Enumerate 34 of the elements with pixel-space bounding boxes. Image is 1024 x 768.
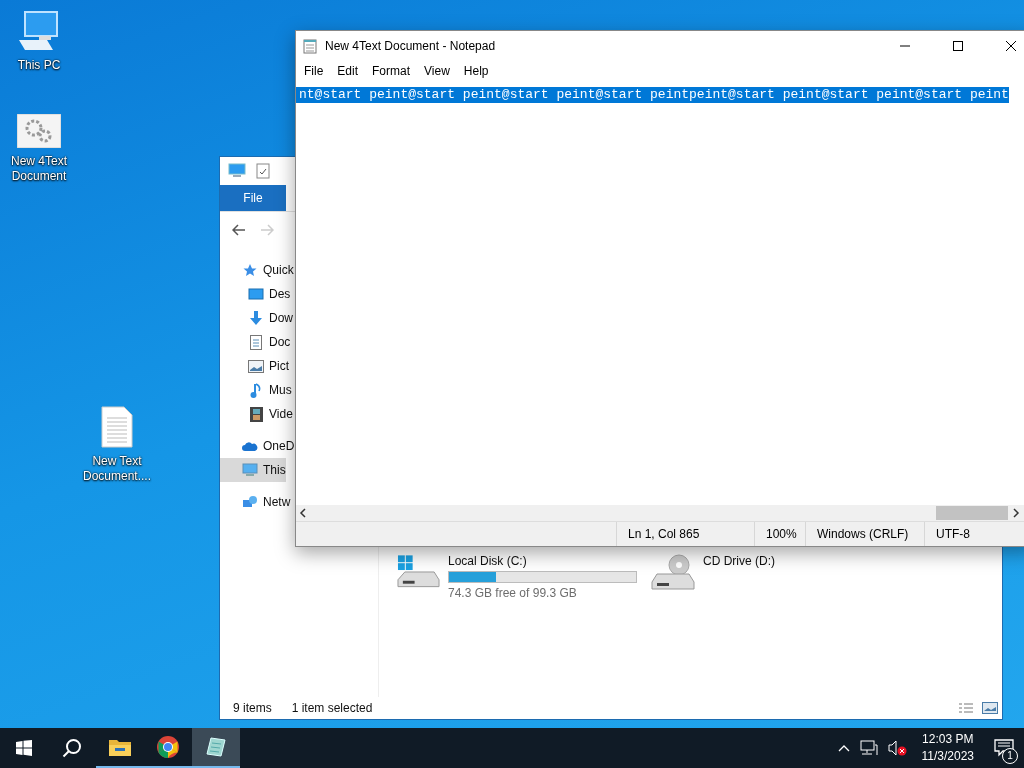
document-text: nt@start peint@start peint@start peint@start peintpeint@start peint@start peint@start peint (296, 87, 1009, 103)
menu-item[interactable]: Help (456, 62, 496, 80)
nav-item[interactable]: Quick (220, 258, 294, 282)
nav-item[interactable]: Dow (220, 306, 293, 330)
free-space-text: 74.3 GB free of 99.3 GB (448, 586, 578, 600)
clock-date[interactable]: 11/3/2023 (921, 748, 974, 765)
window-title: New 4Text Document - Notepad (325, 38, 496, 53)
encoding: UTF-8 (935, 526, 971, 543)
menu-item[interactable]: File (297, 62, 331, 80)
nav-item[interactable]: Pict (220, 354, 289, 378)
desktop-icon-label[interactable]: This PC (17, 58, 61, 73)
menu-item[interactable]: Format (365, 62, 418, 80)
nav-item[interactable]: Des (220, 282, 291, 306)
nav-item[interactable]: Netw (220, 490, 291, 514)
menu-item[interactable]: Edit (330, 62, 366, 80)
desktop-icon-label[interactable]: New 4Text Document (1, 154, 77, 184)
zoom-level: 100% (755, 522, 806, 546)
nav-item[interactable]: OneD (220, 434, 295, 458)
clock-time[interactable]: 12:03 PM (922, 731, 974, 748)
cursor-position: Ln 1, Col 865 (617, 522, 755, 546)
ribbon-tab[interactable]: File (220, 185, 286, 211)
drive-name[interactable]: Local Disk (C:) (448, 554, 637, 568)
drive-name[interactable]: CD Drive (D:) (703, 554, 775, 568)
nav-item[interactable]: Mus (220, 378, 292, 402)
text-area[interactable]: nt@start peint@start peint@start peint@start peintpeint@start peint@start peint@start peint (296, 82, 1024, 505)
line-ending: Windows (CRLF) (806, 522, 925, 546)
menu-item[interactable]: View (417, 62, 457, 80)
nav-item[interactable]: This (220, 458, 286, 482)
nav-item[interactable]: Vide (220, 402, 293, 426)
item-count: 9 items (233, 701, 272, 715)
notifications-button[interactable]: 1 (984, 728, 1024, 768)
nav-item[interactable]: Doc (220, 330, 291, 354)
notification-count-badge: 1 (1002, 748, 1018, 764)
selection-count: 1 item selected (291, 701, 373, 715)
